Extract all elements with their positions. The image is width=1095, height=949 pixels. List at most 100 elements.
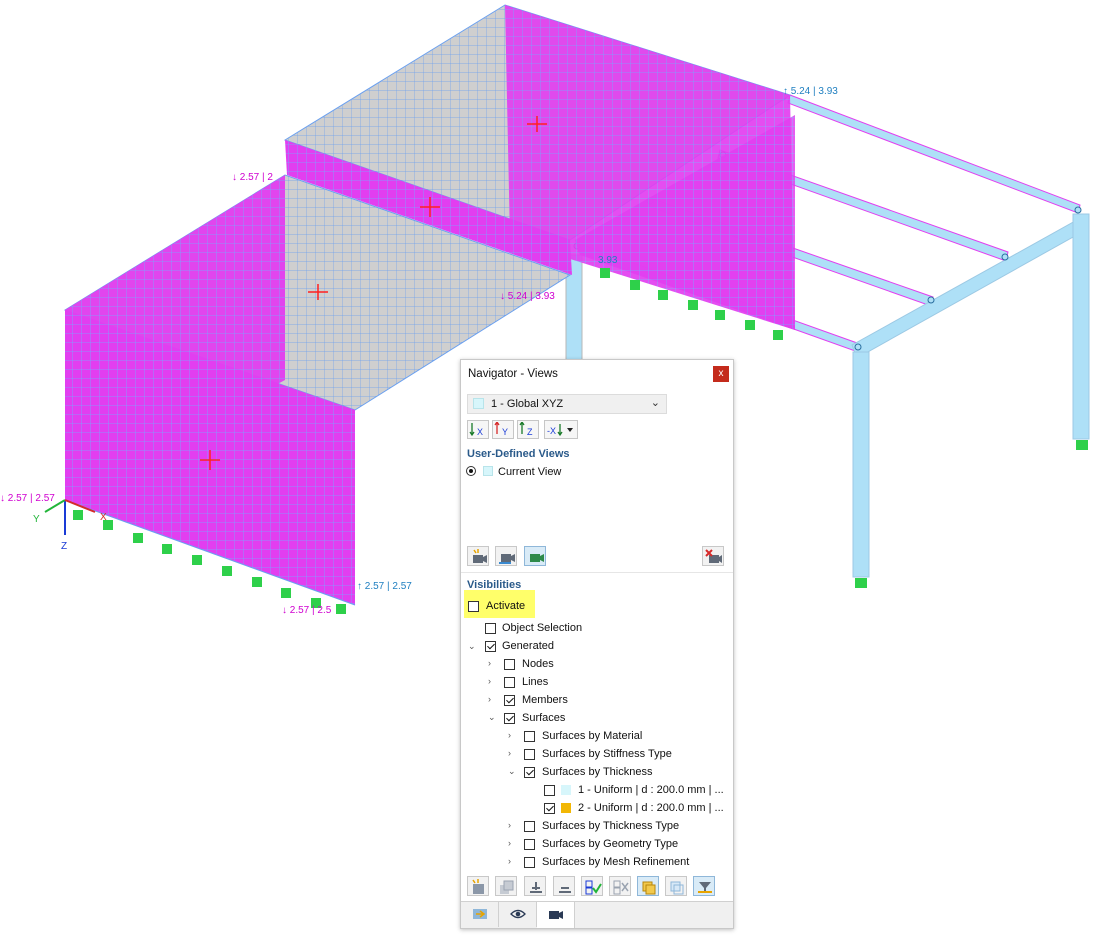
close-button[interactable]: x (713, 366, 729, 382)
members-checkbox[interactable] (504, 695, 515, 706)
chevron-right-icon[interactable]: › (488, 694, 491, 704)
tab-views[interactable] (537, 902, 575, 928)
navigator-tabs (461, 901, 733, 928)
tree-item-nodes: Nodes (522, 658, 554, 670)
nodes-checkbox[interactable] (504, 659, 515, 670)
activate-checkbox[interactable] (468, 601, 479, 612)
chevron-down-icon[interactable]: ⌄ (508, 766, 516, 777)
svg-text:X: X (477, 427, 483, 437)
tree-item-surfaces-by-thickness-type: Surfaces by Thickness Type (542, 820, 680, 832)
lines-checkbox[interactable] (504, 677, 515, 688)
current-view-swatch (483, 466, 493, 476)
result-label: ↓ 5.24 | 3.93 (500, 291, 555, 302)
thickness-1-checkbox[interactable] (544, 785, 555, 796)
current-view-radio[interactable] (466, 466, 476, 476)
tree-item-thickness-1: 1 - Uniform | d : 200.0 mm | ... (578, 784, 724, 796)
chevron-down-icon[interactable]: ⌄ (488, 712, 496, 723)
svg-text:Y: Y (502, 427, 508, 437)
surfaces-by-mesh-refinement-checkbox[interactable] (524, 857, 535, 868)
tree-item-surfaces: Surfaces (522, 712, 566, 724)
overlay-visibility-button[interactable] (665, 876, 687, 896)
delete-visibility-icon (559, 887, 571, 893)
edit-view-button[interactable] (495, 546, 517, 566)
view-color-swatch (473, 398, 484, 409)
delete-visibility-button[interactable] (553, 876, 575, 896)
result-label: ↓ 2.57 | 2 (232, 172, 273, 183)
tree-item-surfaces-by-material: Surfaces by Material (542, 730, 643, 742)
chevron-right-icon[interactable]: › (488, 676, 491, 686)
camera-edit-icon (499, 554, 515, 564)
check-all-button[interactable] (581, 876, 603, 896)
filter-visibility-button[interactable] (693, 876, 715, 896)
new-view-button[interactable] (467, 546, 489, 566)
view-selector-dropdown[interactable]: 1 - Global XYZ ⌄ (467, 394, 667, 414)
tree-item-lines: Lines (522, 676, 549, 688)
surfaces-by-geometry-type-checkbox[interactable] (524, 839, 535, 850)
view-selector-value: 1 - Global XYZ (491, 398, 564, 410)
result-label: ↓ 2.57 | 2.57 (0, 493, 55, 504)
view-along-y-icon: Y (494, 422, 508, 437)
tree-item-object-selection: Object Selection (502, 622, 583, 634)
view-along-x-icon: X (469, 423, 483, 437)
thickness-2-swatch (561, 803, 571, 813)
data-tab-icon (473, 909, 487, 919)
tree-item-surfaces-by-thickness: Surfaces by Thickness (542, 766, 653, 778)
camera-new-icon (473, 549, 487, 563)
thickness-2-checkbox[interactable] (544, 803, 555, 814)
result-label: ↑ 5.24 | 3.93 (783, 86, 838, 97)
tree-item-surfaces-by-stiffness-type: Surfaces by Stiffness Type (542, 748, 672, 760)
chevron-right-icon[interactable]: › (508, 730, 511, 740)
tab-display[interactable] (499, 902, 537, 927)
tree-item-surfaces-by-geometry-type: Surfaces by Geometry Type (542, 838, 679, 850)
surfaces-by-thickness-type-checkbox[interactable] (524, 821, 535, 832)
apply-view-button[interactable] (524, 546, 546, 566)
new-visibility-icon (472, 879, 484, 894)
navigator-views-panel: Navigator - Views x 1 - Global XYZ ⌄ X Y… (460, 359, 734, 929)
view-y-button[interactable]: Y (492, 420, 514, 439)
result-label: ↓ 2.57 | 2.5 (282, 605, 332, 616)
tree-item-members: Members (522, 694, 568, 706)
view-z-button[interactable]: Z (517, 420, 539, 439)
svg-text:Z: Z (527, 427, 533, 437)
edit-visibility-icon (530, 882, 542, 893)
surfaces-by-stiffness-checkbox[interactable] (524, 749, 535, 760)
uncheck-all-button[interactable] (609, 876, 631, 896)
chevron-right-icon[interactable]: › (508, 838, 511, 848)
object-selection-checkbox[interactable] (485, 623, 496, 634)
axis-x-label: X (100, 512, 107, 523)
delete-view-button[interactable] (702, 546, 724, 566)
filter-icon (698, 882, 712, 893)
chevron-right-icon[interactable]: › (508, 820, 511, 830)
chevron-down-icon: ⌄ (650, 397, 660, 409)
axis-y-label: Y (33, 514, 40, 525)
view-along-z-icon: Z (519, 422, 533, 437)
camera-apply-icon (530, 554, 544, 562)
tab-data[interactable] (461, 902, 499, 927)
surfaces-by-thickness-checkbox[interactable] (524, 767, 535, 778)
surfaces-checkbox[interactable] (504, 713, 515, 724)
surfaces-by-material-checkbox[interactable] (524, 731, 535, 742)
panel-titlebar[interactable]: Navigator - Views x (461, 360, 733, 388)
panel-title: Navigator - Views (468, 368, 558, 380)
result-label: 3.93 (598, 255, 618, 266)
check-all-icon (585, 880, 602, 895)
chevron-right-icon[interactable]: › (508, 748, 511, 758)
overlay-icon (670, 881, 684, 895)
layers-icon (642, 881, 656, 895)
tree-item-surfaces-by-mesh-refinement: Surfaces by Mesh Refinement (542, 856, 690, 868)
view-x-button[interactable]: X (467, 420, 489, 439)
new-visibility-button[interactable] (467, 876, 489, 896)
tree-item-thickness-2: 2 - Uniform | d : 200.0 mm | ... (578, 802, 724, 814)
copy-visibility-button[interactable] (495, 876, 517, 896)
generated-checkbox[interactable] (485, 641, 496, 652)
current-view-label: Current View (498, 466, 562, 478)
uncheck-all-icon (613, 880, 629, 895)
chevron-right-icon[interactable]: › (488, 658, 491, 668)
edit-visibility-button[interactable] (524, 876, 546, 896)
show-visibility-button[interactable] (637, 876, 659, 896)
view-iso-button[interactable]: -X (544, 420, 578, 439)
camera-icon (549, 911, 563, 919)
divider (461, 572, 733, 573)
chevron-right-icon[interactable]: › (508, 856, 511, 866)
chevron-down-icon[interactable]: ⌄ (468, 641, 476, 652)
